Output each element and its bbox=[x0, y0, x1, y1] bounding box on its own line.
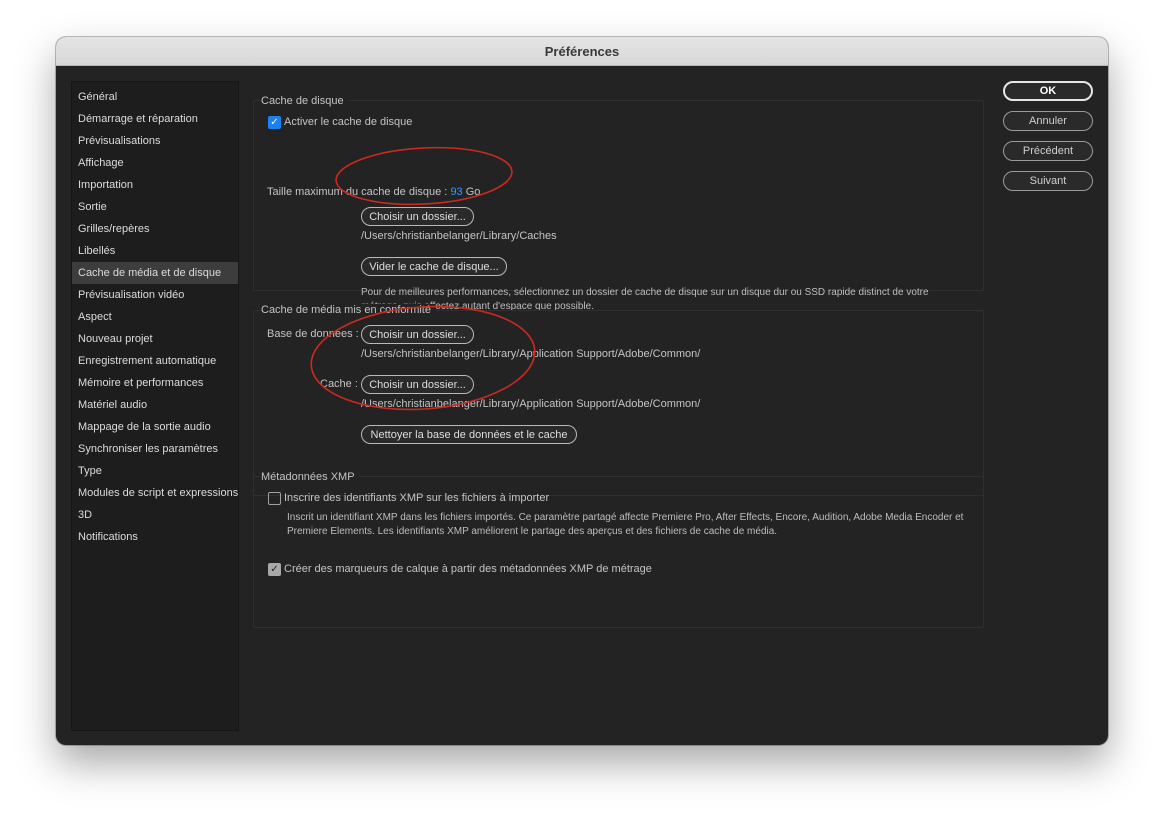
title-bar[interactable]: Préférences bbox=[56, 37, 1108, 66]
sidebar-item-new-project[interactable]: Nouveau projet bbox=[72, 328, 238, 350]
write-xmp-ids-checkbox[interactable] bbox=[268, 492, 281, 505]
empty-disk-cache-button[interactable]: Vider le cache de disque... bbox=[361, 257, 507, 276]
clean-database-cache-button[interactable]: Nettoyer la base de données et le cache bbox=[361, 425, 577, 444]
enable-disk-cache-checkbox[interactable]: ✓ bbox=[268, 116, 281, 129]
sidebar-item-sync-settings[interactable]: Synchroniser les paramètres bbox=[72, 438, 238, 460]
cache-path: /Users/christianbelanger/Library/Applica… bbox=[361, 398, 701, 410]
enable-disk-cache-label: Activer le cache de disque bbox=[284, 116, 413, 128]
database-choose-folder-button[interactable]: Choisir un dossier... bbox=[361, 325, 474, 344]
xmp-markers-checkbox[interactable]: ✓ bbox=[268, 563, 281, 576]
sidebar-item-audio-output-mapping[interactable]: Mappage de la sortie audio bbox=[72, 416, 238, 438]
disk-cache-choose-folder-button[interactable]: Choisir un dossier... bbox=[361, 207, 474, 226]
window-title: Préférences bbox=[544, 43, 620, 59]
sidebar-item-memory-performance[interactable]: Mémoire et performances bbox=[72, 372, 238, 394]
settings-panel: Cache de disque ✓ Activer le cache de di… bbox=[253, 81, 985, 731]
sidebar-item-labels[interactable]: Libellés bbox=[72, 240, 238, 262]
conformed-cache-title: Cache de média mis en conformité bbox=[261, 304, 435, 316]
sidebar-item-audio-hardware[interactable]: Matériel audio bbox=[72, 394, 238, 416]
cache-choose-folder-button[interactable]: Choisir un dossier... bbox=[361, 375, 474, 394]
disk-cache-title: Cache de disque bbox=[261, 95, 348, 107]
xmp-markers-label: Créer des marqueurs de calque à partir d… bbox=[284, 563, 652, 575]
database-path: /Users/christianbelanger/Library/Applica… bbox=[361, 348, 701, 360]
max-cache-size-value[interactable]: 93 bbox=[450, 186, 462, 198]
sidebar-item-output[interactable]: Sortie bbox=[72, 196, 238, 218]
ok-button[interactable]: OK bbox=[1003, 81, 1093, 101]
disk-cache-path: /Users/christianbelanger/Library/Caches bbox=[361, 230, 557, 242]
sidebar-item-previews[interactable]: Prévisualisations bbox=[72, 130, 238, 152]
max-cache-size-unit: Go bbox=[465, 186, 481, 198]
database-label: Base de données : bbox=[267, 328, 359, 340]
sidebar-item-scripting-expressions[interactable]: Modules de script et expressions bbox=[72, 482, 238, 504]
sidebar-item-media-disk-cache[interactable]: Cache de média et de disque bbox=[72, 262, 238, 284]
sidebar-item-3d[interactable]: 3D bbox=[72, 504, 238, 526]
sidebar-item-type[interactable]: Type bbox=[72, 460, 238, 482]
sidebar-item-grids-guides[interactable]: Grilles/repères bbox=[72, 218, 238, 240]
sidebar-item-notifications[interactable]: Notifications bbox=[72, 526, 238, 548]
xmp-title: Métadonnées XMP bbox=[261, 471, 359, 483]
category-sidebar: Général Démarrage et réparation Prévisua… bbox=[71, 81, 239, 731]
previous-button[interactable]: Précédent bbox=[1003, 141, 1093, 161]
sidebar-item-display[interactable]: Affichage bbox=[72, 152, 238, 174]
write-xmp-ids-label: Inscrire des identifiants XMP sur les fi… bbox=[284, 492, 550, 504]
next-button[interactable]: Suivant bbox=[1003, 171, 1093, 191]
sidebar-item-video-preview[interactable]: Prévisualisation vidéo bbox=[72, 284, 238, 306]
xmp-note: Inscrit un identifiant XMP dans les fich… bbox=[287, 512, 964, 537]
sidebar-item-import[interactable]: Importation bbox=[72, 174, 238, 196]
cancel-button[interactable]: Annuler bbox=[1003, 111, 1093, 131]
sidebar-item-appearance[interactable]: Aspect bbox=[72, 306, 238, 328]
max-cache-size-text: Taille maximum du cache de disque : bbox=[267, 186, 448, 198]
preferences-window: Préférences Général Démarrage et réparat… bbox=[56, 37, 1108, 745]
cache-label: Cache : bbox=[320, 378, 358, 390]
max-cache-size-label: Taille maximum du cache de disque : 93 G… bbox=[267, 186, 480, 198]
sidebar-item-general[interactable]: Général bbox=[72, 86, 238, 108]
sidebar-item-auto-save[interactable]: Enregistrement automatique bbox=[72, 350, 238, 372]
sidebar-item-startup[interactable]: Démarrage et réparation bbox=[72, 108, 238, 130]
